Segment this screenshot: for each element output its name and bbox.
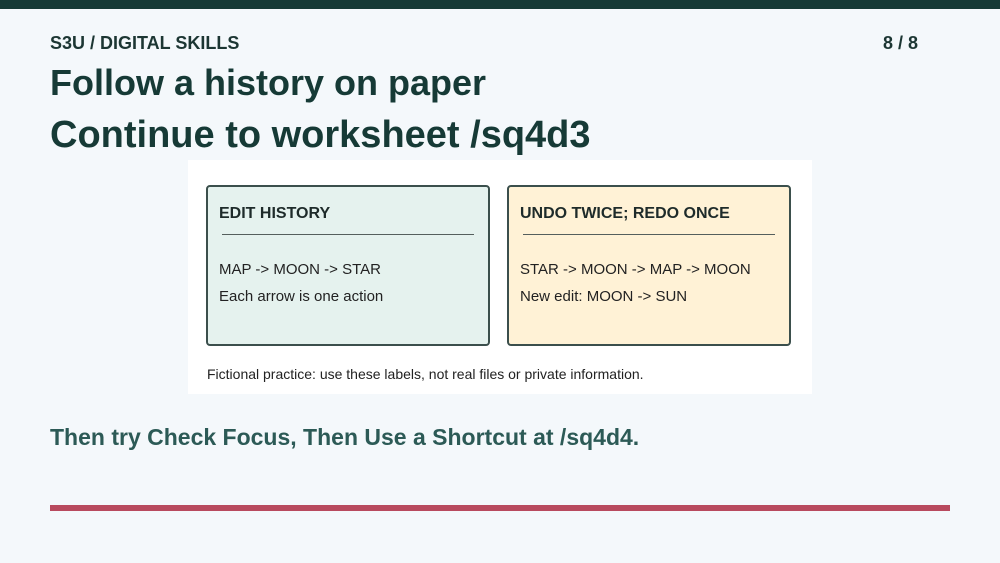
practice-note: Fictional practice: use these labels, no… <box>207 366 644 382</box>
example-panel: EDIT HISTORY MAP -> MOON -> STAR Each ar… <box>188 160 812 394</box>
card-line: STAR -> MOON -> MAP -> MOON <box>520 261 751 278</box>
slide-subtitle: Continue to worksheet /sq4d3 <box>50 114 591 156</box>
edit-history-card: EDIT HISTORY MAP -> MOON -> STAR Each ar… <box>206 185 490 346</box>
card-title: UNDO TWICE; REDO ONCE <box>520 205 730 222</box>
card-line: New edit: MOON -> SUN <box>520 288 688 305</box>
card-divider <box>222 234 474 235</box>
course-label: S3U / DIGITAL SKILLS <box>50 33 240 53</box>
card-divider <box>523 234 775 235</box>
page-counter: 8 / 8 <box>882 33 918 53</box>
top-accent-bar <box>0 0 1000 9</box>
card-title: EDIT HISTORY <box>219 205 331 222</box>
card-line: MAP -> MOON -> STAR <box>219 261 381 278</box>
bottom-accent-rule <box>50 505 950 511</box>
undo-redo-card: UNDO TWICE; REDO ONCE STAR -> MOON -> MA… <box>507 185 791 346</box>
card-line: Each arrow is one action <box>219 288 384 305</box>
next-steps-text: Then try Check Focus, Then Use a Shortcu… <box>50 424 640 450</box>
slide-title: Follow a history on paper <box>50 62 487 103</box>
